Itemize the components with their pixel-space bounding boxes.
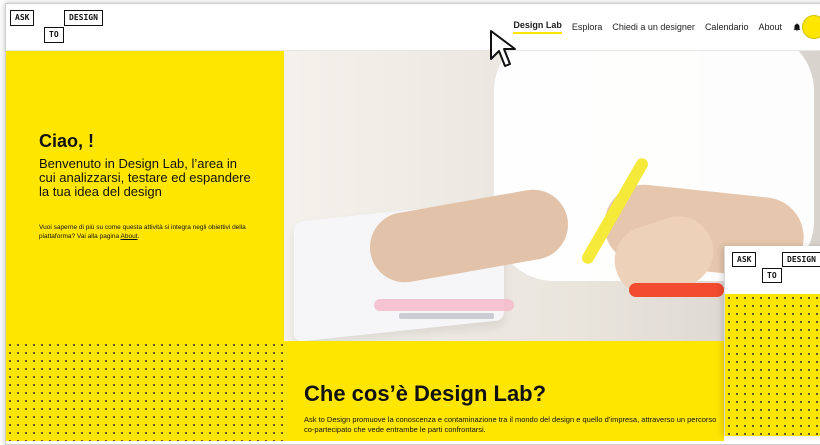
nav-calendario[interactable]: Calendario	[705, 22, 749, 32]
about-link[interactable]: About	[121, 233, 138, 240]
dotted-pattern-left	[6, 341, 284, 441]
photo-marker-pink	[374, 299, 514, 311]
hero-note-suffix: .	[137, 233, 140, 240]
section-title: Che cos’è Design Lab?	[304, 381, 547, 406]
logo-design: DESIGN	[64, 10, 103, 26]
overlay-logo-design: DESIGN	[782, 252, 820, 267]
logo-ask: ASK	[10, 10, 35, 26]
logo-to: TO	[44, 27, 64, 43]
nav-chiedi-designer[interactable]: Chiedi a un designer	[612, 22, 695, 32]
overlay-logo-ask: ASK	[732, 252, 757, 267]
hero-note: Vuoi saperne di più su come questa attiv…	[39, 223, 259, 241]
overlay-card: ASK TO DESIGN	[724, 246, 820, 436]
hero-lead: Benvenuto in Design Lab, l’area in cui a…	[39, 156, 251, 199]
app-window: ASK TO DESIGN Design Lab Esplora Chiedi …	[5, 3, 820, 445]
hero-panel: Ciao, ! Benvenuto in Design Lab, l’area …	[6, 51, 284, 341]
bell-icon[interactable]	[792, 22, 802, 32]
avatar[interactable]	[802, 15, 820, 39]
section-text: Ask to Design promuove la conoscenza e c…	[304, 415, 717, 434]
overlay-logo[interactable]: ASK TO DESIGN	[732, 252, 820, 284]
greeting-title: Ciao, !	[39, 131, 95, 151]
main-nav: Design Lab Esplora Chiedi a un designer …	[513, 20, 802, 34]
nav-about[interactable]: About	[758, 22, 782, 32]
design-lab-section: Che cos’è Design Lab? Ask to Design prom…	[284, 341, 724, 441]
photo-marker-red	[629, 283, 724, 297]
mouse-pointer-icon	[490, 30, 516, 67]
hero-note-text: Vuoi saperne di più su come questa attiv…	[39, 224, 246, 240]
ask-to-design-logo[interactable]: ASK TO DESIGN	[10, 10, 110, 46]
photo-laptop-ports	[399, 313, 494, 319]
nav-esplora[interactable]: Esplora	[572, 22, 603, 32]
dotted-pattern-right	[725, 294, 820, 436]
top-navigation: ASK TO DESIGN Design Lab Esplora Chiedi …	[6, 4, 820, 51]
overlay-logo-to: TO	[762, 268, 782, 283]
